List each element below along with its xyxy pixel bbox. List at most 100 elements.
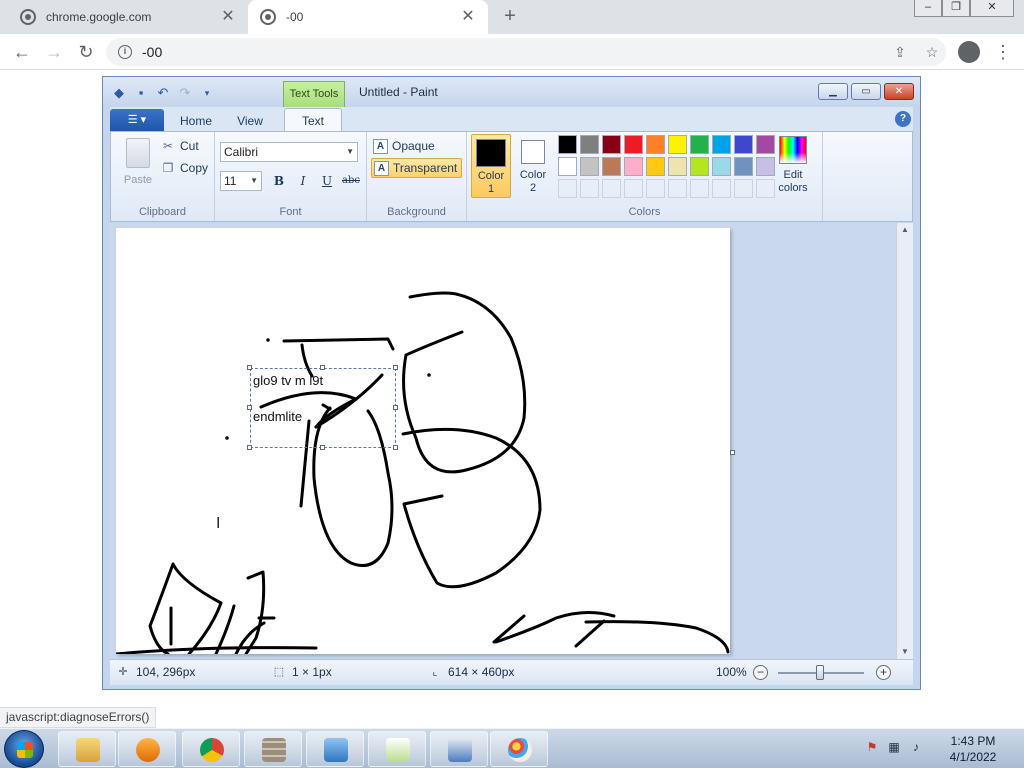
- zoom-out-button[interactable]: −: [753, 665, 768, 680]
- help-icon[interactable]: ?: [895, 111, 911, 127]
- action-center-icon[interactable]: ⚑: [864, 739, 880, 755]
- close-tab-icon[interactable]: ✕: [220, 9, 236, 25]
- font-size-select[interactable]: 11 ▼: [220, 171, 262, 191]
- start-button[interactable]: [4, 730, 44, 768]
- bold-button[interactable]: B: [268, 171, 290, 191]
- tab-text[interactable]: Text: [284, 108, 342, 132]
- opaque-button[interactable]: A Opaque: [371, 136, 439, 156]
- new-tab-button[interactable]: +: [498, 5, 522, 29]
- paint-close-button[interactable]: ✕: [884, 83, 914, 100]
- color1-button[interactable]: Color 1: [471, 134, 511, 198]
- share-icon[interactable]: ⇪: [890, 42, 910, 62]
- paint-maximize-button[interactable]: ▭: [851, 83, 881, 100]
- palette-swatch[interactable]: [734, 157, 753, 176]
- minimize-button[interactable]: –: [914, 0, 942, 17]
- tab-view[interactable]: View: [226, 111, 274, 131]
- volume-icon[interactable]: ♪: [908, 739, 924, 755]
- color2-button[interactable]: Color 2: [513, 134, 553, 198]
- resize-handle[interactable]: [247, 445, 252, 450]
- paste-button[interactable]: Paste: [119, 138, 157, 186]
- palette-swatch[interactable]: [646, 157, 665, 176]
- strikethrough-button[interactable]: abc: [340, 171, 362, 191]
- resize-handle[interactable]: [320, 445, 325, 450]
- palette-swatch[interactable]: [580, 157, 599, 176]
- palette-swatch[interactable]: [624, 157, 643, 176]
- drawing-canvas[interactable]: glo9 tv m l9t endmlite I: [114, 228, 730, 656]
- palette-swatch[interactable]: [624, 135, 643, 154]
- resize-handle[interactable]: [247, 405, 252, 410]
- paint-minimize-button[interactable]: ▁: [818, 83, 848, 100]
- scroll-down-icon[interactable]: ▼: [897, 645, 913, 659]
- custom-color-slot[interactable]: [690, 179, 709, 198]
- restore-button[interactable]: ❐: [942, 0, 970, 17]
- custom-color-slot[interactable]: [734, 179, 753, 198]
- save-icon[interactable]: ▪: [133, 85, 149, 101]
- taskbar-network[interactable]: [306, 731, 364, 767]
- custom-color-slot[interactable]: [558, 179, 577, 198]
- undo-icon[interactable]: ↶: [155, 85, 171, 101]
- custom-color-slot[interactable]: [580, 179, 599, 198]
- resize-handle[interactable]: [393, 365, 398, 370]
- font-family-select[interactable]: Calibri ▼: [220, 142, 358, 162]
- palette-swatch[interactable]: [668, 135, 687, 154]
- palette-swatch[interactable]: [712, 157, 731, 176]
- close-window-button[interactable]: ✕: [970, 0, 1014, 17]
- redo-icon[interactable]: ↷: [177, 85, 193, 101]
- copy-button[interactable]: ❐ Copy: [161, 161, 208, 175]
- browser-tab-active[interactable]: -00 ✕: [248, 0, 488, 34]
- taskbar-remote-desktop[interactable]: [430, 731, 488, 767]
- resize-handle[interactable]: [320, 365, 325, 370]
- back-button[interactable]: ←: [10, 40, 34, 64]
- palette-swatch[interactable]: [646, 135, 665, 154]
- custom-color-slot[interactable]: [602, 179, 621, 198]
- underline-button[interactable]: U: [316, 171, 338, 191]
- forward-button[interactable]: →: [42, 40, 66, 64]
- palette-swatch[interactable]: [712, 135, 731, 154]
- zoom-slider-thumb[interactable]: [816, 665, 824, 680]
- bookmark-star-icon[interactable]: ☆: [922, 42, 942, 62]
- palette-swatch[interactable]: [602, 157, 621, 176]
- taskbar-notepad[interactable]: [368, 731, 426, 767]
- palette-swatch[interactable]: [602, 135, 621, 154]
- edit-colors-button[interactable]: Edit colors: [773, 136, 813, 195]
- custom-color-slot[interactable]: [624, 179, 643, 198]
- taskbar-firewall[interactable]: [244, 731, 302, 767]
- scroll-up-icon[interactable]: ▲: [897, 223, 913, 237]
- taskbar-explorer[interactable]: [58, 731, 116, 767]
- resize-handle[interactable]: [393, 405, 398, 410]
- palette-swatch[interactable]: [690, 135, 709, 154]
- resize-handle[interactable]: [247, 365, 252, 370]
- custom-color-slot[interactable]: [668, 179, 687, 198]
- palette-swatch[interactable]: [668, 157, 687, 176]
- italic-button[interactable]: I: [292, 171, 314, 191]
- cut-button[interactable]: ✂ Cut: [161, 139, 199, 153]
- customize-qat-icon[interactable]: ▾: [199, 85, 215, 101]
- resize-handle[interactable]: [393, 445, 398, 450]
- taskbar-media-player[interactable]: [118, 731, 176, 767]
- palette-swatch[interactable]: [690, 157, 709, 176]
- custom-color-slot[interactable]: [646, 179, 665, 198]
- transparent-button[interactable]: A Transparent: [371, 158, 463, 178]
- custom-color-slot[interactable]: [712, 179, 731, 198]
- paint-app-icon[interactable]: ◆: [111, 85, 127, 101]
- vertical-scrollbar[interactable]: ▲ ▼: [896, 223, 913, 659]
- tab-home[interactable]: Home: [172, 111, 220, 131]
- palette-swatch[interactable]: [580, 135, 599, 154]
- profile-avatar-icon[interactable]: [958, 41, 980, 63]
- text-box[interactable]: glo9 tv m l9t endmlite: [250, 368, 396, 448]
- site-info-icon[interactable]: i: [118, 45, 132, 59]
- zoom-in-button[interactable]: +: [876, 665, 891, 680]
- canvas-resize-handle[interactable]: [730, 450, 735, 455]
- close-tab-icon[interactable]: ✕: [460, 9, 476, 25]
- paint-menu-button[interactable]: ☰ ▾: [110, 109, 164, 131]
- browser-menu-icon[interactable]: ⋮: [994, 40, 1012, 64]
- taskbar-paint[interactable]: [490, 731, 548, 767]
- palette-swatch[interactable]: [558, 135, 577, 154]
- palette-swatch[interactable]: [734, 135, 753, 154]
- address-bar[interactable]: i -00 ⇪ ☆: [106, 38, 946, 66]
- browser-tab-chrome-google[interactable]: chrome.google.com ✕: [8, 0, 248, 34]
- palette-swatch[interactable]: [558, 157, 577, 176]
- taskbar-chrome[interactable]: [182, 731, 240, 767]
- taskbar-clock[interactable]: 1:43 PM 4/1/2022: [940, 733, 1006, 765]
- reload-button[interactable]: ↻: [74, 40, 98, 64]
